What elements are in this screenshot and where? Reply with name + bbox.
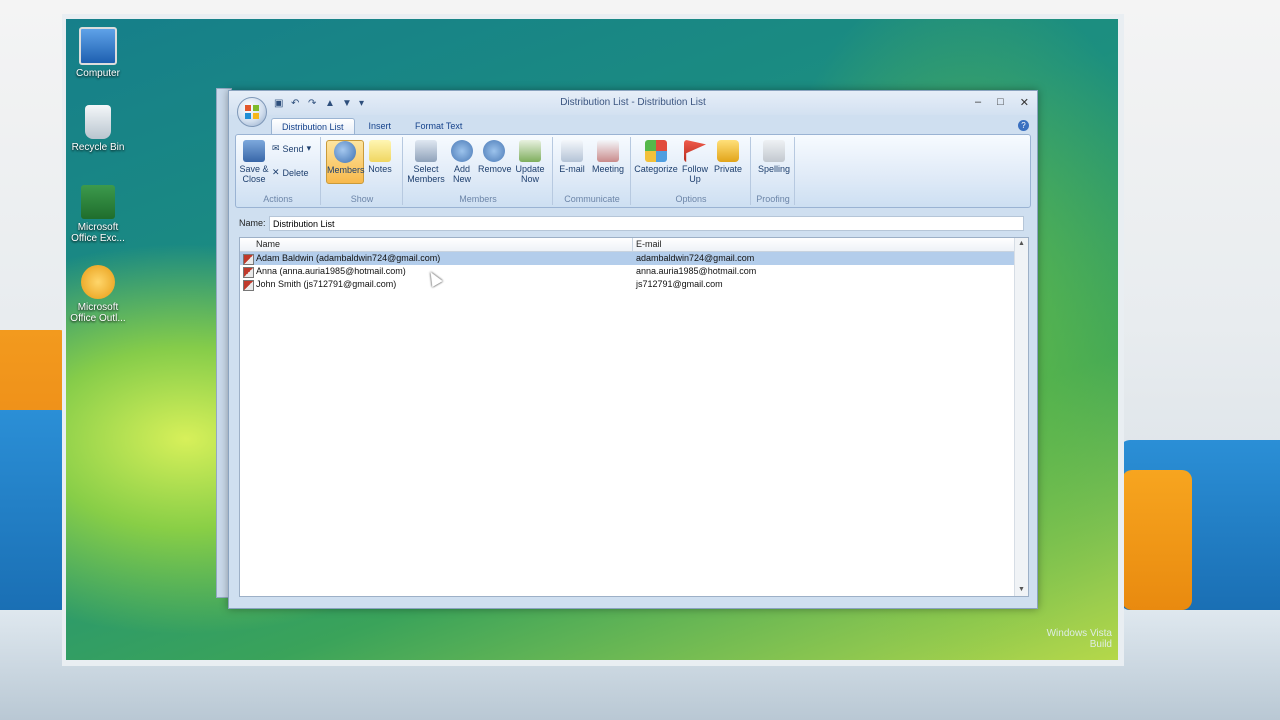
group-label-members: Members <box>459 194 497 204</box>
vertical-scrollbar[interactable]: ▲ ▼ <box>1014 238 1028 596</box>
contact-card-icon <box>243 280 254 291</box>
member-email: js712791@gmail.com <box>636 279 723 289</box>
scroll-down-icon[interactable]: ▼ <box>1015 584 1028 596</box>
group-show: Members Notes Show <box>322 137 403 205</box>
private-button[interactable]: Private <box>712 140 744 174</box>
customize-qat-icon[interactable]: ▾ <box>359 98 370 109</box>
follow-up-button[interactable]: Follow Up <box>680 140 710 184</box>
members-icon <box>334 141 356 163</box>
name-label: Name: <box>239 218 266 228</box>
list-header: Name E-mail <box>240 238 1014 252</box>
ribbon: Save & Close ✉ Send ▾ ✕ Delete Actions M… <box>235 134 1031 208</box>
name-field[interactable]: Distribution List <box>269 216 1024 231</box>
tab-distribution-list[interactable]: Distribution List <box>271 118 355 135</box>
send-icon: ✉ <box>272 143 280 153</box>
quick-access-toolbar: ▣ ↶ ↷ ▲ ▼ ▾ <box>274 98 370 109</box>
next-item-icon[interactable]: ▼ <box>342 98 353 109</box>
email-icon <box>561 140 583 162</box>
group-label-show: Show <box>350 194 374 204</box>
group-label-communicate: Communicate <box>564 194 620 204</box>
member-email: anna.auria1985@hotmail.com <box>636 266 757 276</box>
group-members: Select Members Add New Remove Update Now… <box>404 137 553 205</box>
categorize-icon <box>645 140 667 162</box>
members-list: Name E-mail Adam Baldwin (adambaldwin724… <box>239 237 1029 597</box>
office-button[interactable] <box>237 97 267 127</box>
blue-couch <box>0 410 70 610</box>
notes-icon <box>369 140 391 162</box>
add-new-button[interactable]: Add New <box>448 140 476 184</box>
update-now-button[interactable]: Update Now <box>512 140 548 184</box>
group-options: Categorize Follow Up Private Options <box>632 137 751 205</box>
list-item[interactable]: Adam Baldwin (adambaldwin724@gmail.com) … <box>240 252 1014 265</box>
meeting-button[interactable]: Meeting <box>590 140 626 174</box>
chevron-down-icon: ▾ <box>306 143 312 153</box>
members-button[interactable]: Members <box>326 140 365 184</box>
desktop-icon-outlook[interactable]: Microsoft Office Outl... <box>66 265 130 324</box>
scroll-up-icon[interactable]: ▲ <box>1015 238 1028 250</box>
tab-insert[interactable]: Insert <box>359 118 402 135</box>
member-name: Anna (anna.auria1985@hotmail.com) <box>256 266 406 276</box>
contact-card-icon <box>243 267 254 278</box>
computer-icon <box>79 27 117 65</box>
column-divider[interactable] <box>632 238 633 251</box>
save-close-button[interactable]: Save & Close <box>238 140 270 184</box>
office-logo-icon <box>245 105 259 119</box>
delete-icon: ✕ <box>272 167 280 177</box>
minimize-icon[interactable]: – <box>975 96 981 109</box>
send-button[interactable]: ✉ Send ▾ <box>272 143 311 154</box>
title-bar[interactable]: Distribution List - Distribution List ▣ … <box>229 91 1037 115</box>
select-members-button[interactable]: Select Members <box>406 140 446 184</box>
close-icon[interactable]: ✕ <box>1020 96 1029 109</box>
email-button[interactable]: E-mail <box>556 140 588 174</box>
update-now-icon <box>519 140 541 162</box>
member-email: adambaldwin724@gmail.com <box>636 253 755 263</box>
redo-icon[interactable]: ↷ <box>308 98 319 109</box>
group-label-proofing: Proofing <box>756 194 790 204</box>
vista-watermark: Windows Vista Build <box>1046 628 1112 650</box>
add-new-icon <box>451 140 473 162</box>
maximize-icon[interactable]: □ <box>997 96 1004 109</box>
lock-icon <box>717 140 739 162</box>
group-label-options: Options <box>675 194 707 204</box>
remove-button[interactable]: Remove <box>478 140 512 174</box>
contact-card-icon <box>243 254 254 265</box>
undo-icon[interactable]: ↶ <box>291 98 302 109</box>
group-label-actions: Actions <box>263 194 293 204</box>
follow-up-icon <box>684 140 706 162</box>
member-name: John Smith (js712791@gmail.com) <box>256 279 397 289</box>
notes-button[interactable]: Notes <box>364 140 396 174</box>
previous-item-icon[interactable]: ▲ <box>325 98 336 109</box>
spelling-icon <box>763 140 785 162</box>
member-name: Adam Baldwin (adambaldwin724@gmail.com) <box>256 253 441 263</box>
column-name[interactable]: Name <box>256 239 280 249</box>
list-item[interactable]: John Smith (js712791@gmail.com) js712791… <box>240 278 1014 291</box>
select-members-icon <box>415 140 437 162</box>
window-controls: – □ ✕ <box>975 96 1029 109</box>
ribbon-tabs: Distribution List Insert Format Text <box>271 118 476 135</box>
spelling-button[interactable]: Spelling <box>756 140 792 174</box>
categorize-button[interactable]: Categorize <box>634 140 678 174</box>
desktop-icon-computer[interactable]: Computer <box>66 27 130 79</box>
column-email[interactable]: E-mail <box>636 239 662 249</box>
distribution-list-window: Distribution List - Distribution List ▣ … <box>228 90 1038 609</box>
recycle-bin-icon <box>85 105 111 139</box>
save-close-icon <box>243 140 265 162</box>
list-item[interactable]: Anna (anna.auria1985@hotmail.com) anna.a… <box>240 265 1014 278</box>
orange-couch-right <box>1122 470 1192 610</box>
group-actions: Save & Close ✉ Send ▾ ✕ Delete Actions <box>236 137 321 205</box>
group-communicate: E-mail Meeting Communicate <box>554 137 631 205</box>
tab-format-text[interactable]: Format Text <box>405 118 472 135</box>
help-icon[interactable]: ? <box>1018 120 1029 131</box>
save-icon[interactable]: ▣ <box>274 98 285 109</box>
outlook-icon <box>81 265 115 299</box>
meeting-icon <box>597 140 619 162</box>
remove-icon <box>483 140 505 162</box>
group-proofing: Spelling Proofing <box>752 137 795 205</box>
desktop-icon-excel[interactable]: Microsoft Office Exc... <box>66 185 130 244</box>
desktop-icon-recycle-bin[interactable]: Recycle Bin <box>66 105 130 153</box>
excel-icon <box>81 185 115 219</box>
delete-button[interactable]: ✕ Delete <box>272 167 309 178</box>
